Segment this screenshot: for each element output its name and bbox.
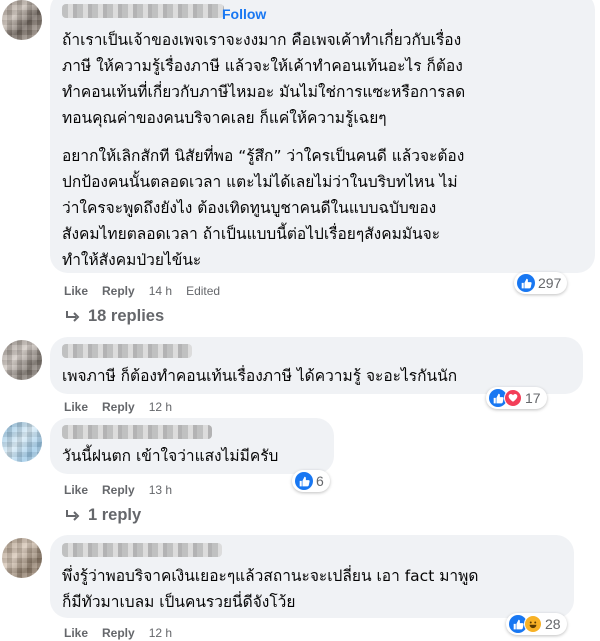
comment-text: ถ้าเราเป็นเจ้าของเพจเราจะงงมาก คือเพจเค้…	[62, 31, 466, 127]
reaction-summary[interactable]: 297	[514, 272, 568, 294]
reply-button[interactable]: Reply	[102, 400, 135, 414]
reply-button[interactable]: Reply	[102, 626, 135, 640]
avatar[interactable]	[2, 0, 42, 40]
haha-reaction-icon	[524, 615, 542, 633]
comment-text: เพจภาษี ก็ต้องทำคอนเท้นเรื่องภาษี ได้ควา…	[62, 367, 458, 385]
love-reaction-icon	[504, 389, 522, 407]
timestamp[interactable]: 12 h	[149, 626, 172, 640]
avatar[interactable]	[2, 340, 42, 380]
reply-arrow-icon	[66, 509, 80, 521]
reaction-count: 297	[538, 275, 562, 291]
avatar[interactable]	[2, 538, 42, 578]
like-reaction-icon	[295, 472, 313, 490]
commenter-name[interactable]	[62, 344, 192, 358]
comment-bubble: วันนี้ฝนตก เข้าใจว่าแสงไม่มีครับ	[50, 418, 334, 474]
reaction-count: 17	[525, 390, 541, 406]
comment-bubble: Follow ถ้าเราเป็นเจ้าของเพจเราจะงงมาก คื…	[50, 0, 595, 273]
comment-text: วันนี้ฝนตก เข้าใจว่าแสงไม่มีครับ	[62, 447, 279, 465]
follow-button[interactable]: Follow	[222, 6, 266, 22]
comment-bubble: พึ่งรู้ว่าพอบริจาคเงินเยอะๆแล้วสถานะจะเป…	[50, 535, 574, 618]
comment-text: อยากให้เลิกสักที นิสัยที่พอ “รู้สึก” ว่า…	[62, 147, 465, 269]
reply-arrow-icon	[66, 310, 80, 322]
timestamp[interactable]: 14 h	[149, 284, 172, 298]
comment-actions: Like Reply 12 h	[64, 626, 186, 640]
reaction-summary[interactable]: 17	[486, 387, 547, 409]
comment-actions: Like Reply 13 h	[64, 483, 186, 497]
comment-actions: Like Reply 14 h Edited	[64, 284, 234, 298]
reaction-summary[interactable]: 28	[506, 613, 567, 635]
like-button[interactable]: Like	[64, 483, 88, 497]
like-button[interactable]: Like	[64, 626, 88, 640]
commenter-name[interactable]	[62, 4, 224, 18]
comment-actions: Like Reply 12 h	[64, 400, 186, 414]
reply-button[interactable]: Reply	[102, 483, 135, 497]
commenter-name[interactable]	[62, 543, 222, 557]
avatar[interactable]	[2, 422, 42, 462]
reaction-count: 6	[316, 473, 324, 489]
like-button[interactable]: Like	[64, 400, 88, 414]
comment-text: พึ่งรู้ว่าพอบริจาคเงินเยอะๆแล้วสถานะจะเป…	[62, 567, 479, 611]
replies-label[interactable]: 18 replies	[88, 307, 164, 326]
edited-label: Edited	[186, 284, 221, 298]
timestamp[interactable]: 13 h	[149, 483, 172, 497]
commenter-name[interactable]	[62, 425, 212, 439]
like-reaction-icon	[517, 274, 535, 292]
reply-button[interactable]: Reply	[102, 284, 135, 298]
view-replies-button[interactable]: 18 replies	[64, 307, 164, 326]
timestamp[interactable]: 12 h	[149, 400, 172, 414]
view-replies-button[interactable]: 1 reply	[64, 506, 141, 525]
reaction-summary[interactable]: 6	[292, 470, 330, 492]
replies-label[interactable]: 1 reply	[88, 506, 141, 525]
reaction-count: 28	[545, 616, 561, 632]
like-button[interactable]: Like	[64, 284, 88, 298]
comment-bubble: เพจภาษี ก็ต้องทำคอนเท้นเรื่องภาษี ได้ควา…	[50, 337, 583, 394]
